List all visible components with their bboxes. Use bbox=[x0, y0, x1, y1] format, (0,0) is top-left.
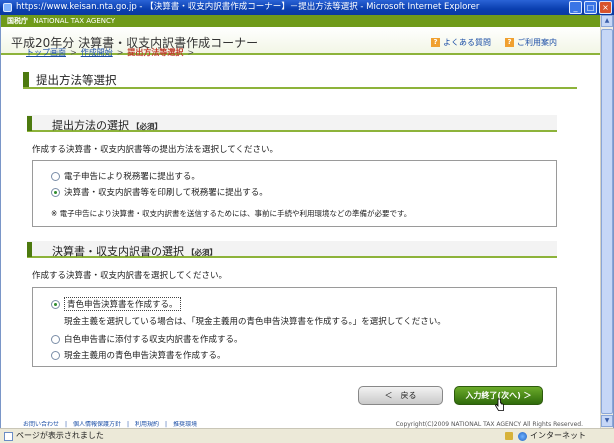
radio-label: 電子申告により税務署に提出する。 bbox=[64, 172, 200, 182]
breadcrumb-start[interactable]: 作成開始 bbox=[81, 48, 113, 57]
radio-button[interactable] bbox=[51, 334, 60, 344]
document-instruction: 作成する決算書・収支内訳書を選択してください。 bbox=[32, 271, 227, 281]
section-title-text: 提出方法等選択 bbox=[36, 73, 117, 87]
footer-strip: お問い合わせ | 個人情報保護方針 | 利用規約 | 推奨環境 Copyrigh… bbox=[1, 421, 613, 428]
radio-label: 決算書・収支内訳書等を印刷して税務署に提出する。 bbox=[64, 188, 268, 198]
close-button[interactable]: × bbox=[599, 1, 612, 14]
vertical-scrollbar[interactable]: ▲ ▼ bbox=[600, 15, 613, 428]
submission-method-heading: 提出方法の選択 【必須】 bbox=[27, 115, 557, 132]
breadcrumb-top[interactable]: トップ画面 bbox=[26, 48, 66, 57]
section-marker bbox=[23, 72, 29, 87]
status-text: ページが表示されました bbox=[16, 431, 104, 440]
radio-blue-return[interactable]: 青色申告決算書を作成する。 bbox=[51, 297, 181, 311]
breadcrumb-current: 提出方法等選択 bbox=[127, 48, 184, 57]
lock-icon bbox=[505, 432, 513, 440]
document-heading: 決算書・収支内訳書の選択 【必須】 bbox=[27, 241, 557, 258]
radio-button[interactable] bbox=[51, 171, 60, 181]
heading-marker bbox=[27, 242, 32, 257]
window-title-bar[interactable]: https://www.keisan.nta.go.jp - 【決算書・収支内訳… bbox=[0, 0, 614, 15]
radio-button[interactable] bbox=[51, 187, 60, 197]
radio-label: 現金主義用の青色申告決算書を作成する。 bbox=[64, 351, 226, 361]
e-filing-note: ※ 電子申告により決算書・収支内訳書を送信するためには、事前に手続や利用環境など… bbox=[51, 209, 412, 218]
window-controls: _ □ × bbox=[569, 1, 612, 14]
scroll-thumb[interactable] bbox=[601, 29, 613, 414]
faq-link[interactable]: ? よくある質問 bbox=[431, 37, 491, 48]
cash-basis-note: 現金主義を選択している場合は、「現金主義用の青色申告決算書を作成する。」を選択し… bbox=[64, 317, 446, 327]
agency-bar: 国税庁 NATIONAL TAX AGENCY bbox=[1, 15, 613, 27]
browser-viewport: 国税庁 NATIONAL TAX AGENCY 平成20年分 決算書・収支内訳書… bbox=[0, 15, 614, 428]
back-button[interactable]: ＜ 戻る bbox=[358, 386, 443, 405]
required-badge: 【必須】 bbox=[187, 248, 217, 257]
section-title: 提出方法等選択 bbox=[23, 70, 577, 89]
page-icon bbox=[4, 432, 13, 441]
document-title: 決算書・収支内訳書の選択 bbox=[52, 245, 184, 258]
required-badge: 【必須】 bbox=[132, 122, 162, 131]
usage-guide-link-label: ご利用案内 bbox=[517, 38, 557, 47]
document-options-box: 青色申告決算書を作成する。 現金主義を選択している場合は、「現金主義用の青色申告… bbox=[32, 287, 557, 367]
faq-link-label: よくある質問 bbox=[443, 38, 491, 47]
status-bar: ページが表示されました インターネット bbox=[0, 428, 614, 443]
breadcrumb: トップ画面 > 作成開始 > 提出方法等選択 > bbox=[26, 48, 195, 57]
question-icon: ? bbox=[505, 38, 514, 47]
submission-method-title: 提出方法の選択 bbox=[52, 119, 129, 132]
question-icon: ? bbox=[431, 38, 440, 47]
submission-instruction: 作成する決算書・収支内訳書等の提出方法を選択してください。 bbox=[32, 145, 278, 155]
heading-marker bbox=[27, 116, 32, 131]
radio-button[interactable] bbox=[51, 350, 60, 360]
radio-e-filing[interactable]: 電子申告により税務署に提出する。 bbox=[51, 170, 200, 182]
radio-print-submit[interactable]: 決算書・収支内訳書等を印刷して税務署に提出する。 bbox=[51, 186, 268, 198]
radio-label: 青色申告決算書を作成する。 bbox=[64, 297, 181, 311]
agency-name-en: NATIONAL TAX AGENCY bbox=[33, 17, 116, 25]
globe-icon bbox=[518, 431, 527, 441]
submission-options-box: 電子申告により税務署に提出する。 決算書・収支内訳書等を印刷して税務署に提出する… bbox=[32, 160, 557, 227]
security-zone: インターネット bbox=[518, 429, 586, 443]
radio-white-return[interactable]: 白色申告書に添付する収支内訳書を作成する。 bbox=[51, 333, 243, 345]
radio-cash-basis[interactable]: 現金主義用の青色申告決算書を作成する。 bbox=[51, 349, 226, 361]
footer-links[interactable]: お問い合わせ | 個人情報保護方針 | 利用規約 | 推奨環境 bbox=[23, 421, 197, 428]
usage-guide-link[interactable]: ? ご利用案内 bbox=[505, 37, 557, 48]
ie-icon bbox=[3, 3, 12, 12]
header-links: ? よくある質問 ? ご利用案内 bbox=[431, 37, 557, 48]
window-title: https://www.keisan.nta.go.jp - 【決算書・収支内訳… bbox=[16, 2, 480, 12]
scroll-up-icon[interactable]: ▲ bbox=[601, 15, 613, 27]
maximize-button[interactable]: □ bbox=[584, 1, 597, 14]
radio-label: 白色申告書に添付する収支内訳書を作成する。 bbox=[64, 335, 243, 345]
radio-button[interactable] bbox=[51, 299, 60, 309]
copyright: Copyright(C)2009 NATIONAL TAX AGENCY All… bbox=[395, 421, 583, 428]
zone-label: インターネット bbox=[530, 431, 586, 440]
agency-name: 国税庁 bbox=[7, 17, 28, 25]
minimize-button[interactable]: _ bbox=[569, 1, 582, 14]
hand-cursor-icon bbox=[495, 398, 504, 411]
scroll-down-icon[interactable]: ▼ bbox=[601, 415, 613, 427]
